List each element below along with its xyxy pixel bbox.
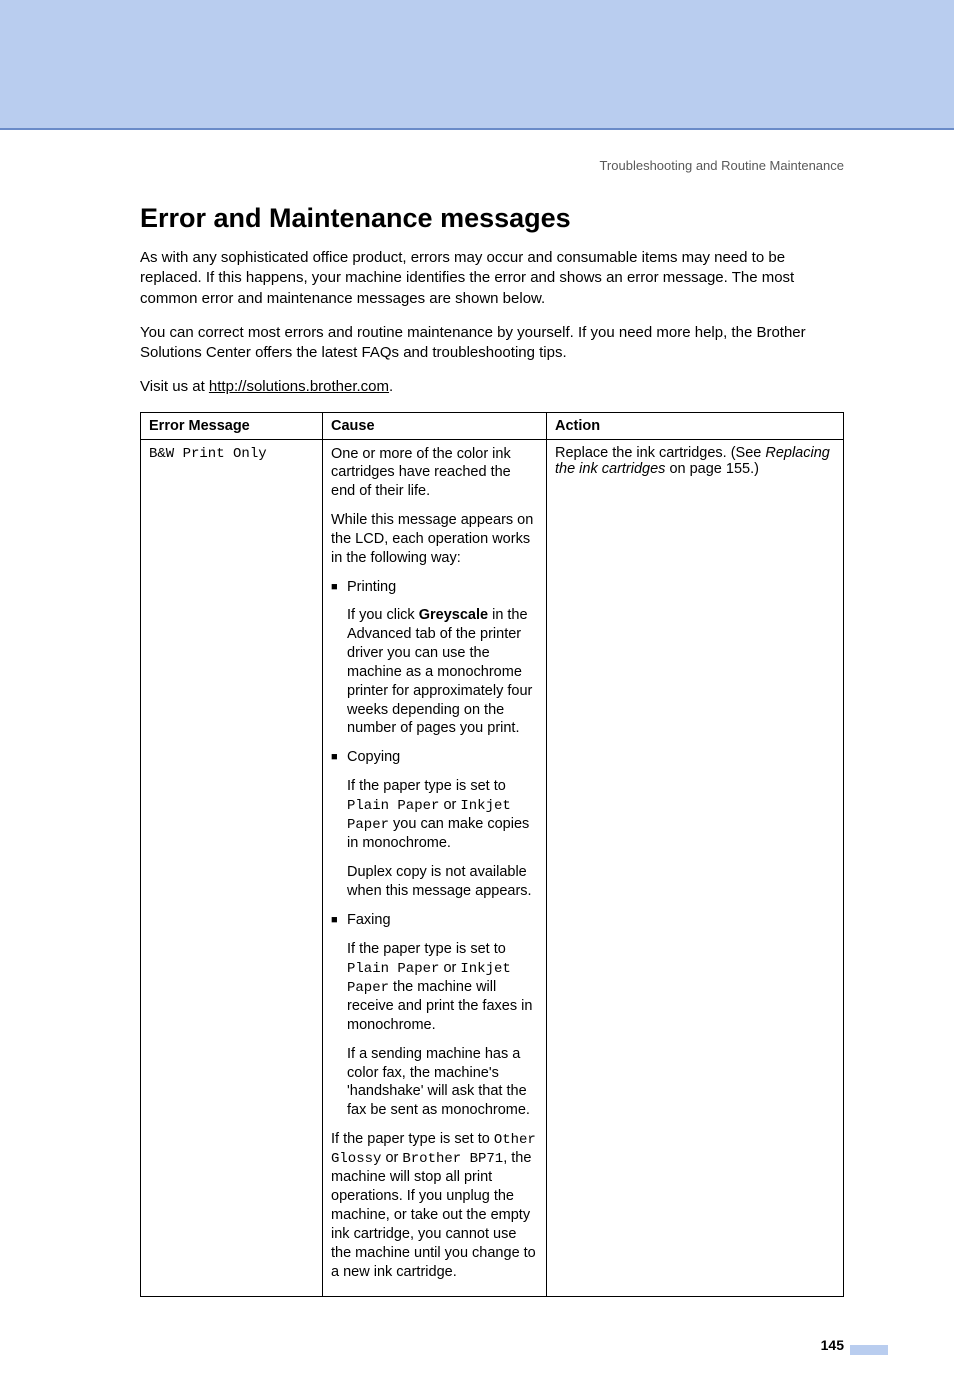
- printing-text-a: If you click: [347, 607, 419, 623]
- intro-paragraph-2: You can correct most errors and routine …: [140, 323, 844, 364]
- faxing-text-a: If the paper type is set to: [347, 941, 506, 957]
- header-cause: Cause: [323, 412, 547, 439]
- copying-detail: If the paper type is set to Plain Paper …: [347, 777, 538, 901]
- intro-paragraph-1: As with any sophisticated office product…: [140, 248, 844, 309]
- faxing-mono1: Plain Paper: [347, 961, 439, 977]
- printing-detail: If you click Greyscale in the Advanced t…: [347, 606, 538, 738]
- bullet-copying: Copying: [331, 748, 538, 767]
- copying-text-c: Duplex copy is not available when this m…: [347, 863, 538, 901]
- copying-mono1: Plain Paper: [347, 798, 439, 814]
- cause-p2: While this message appears on the LCD, e…: [331, 511, 538, 568]
- table-header-row: Error Message Cause Action: [141, 412, 844, 439]
- error-table: Error Message Cause Action B&W Print Onl…: [140, 412, 844, 1298]
- error-code-text: B&W Print Only: [149, 446, 267, 462]
- copying-text-a: If the paper type is set to: [347, 778, 506, 794]
- solutions-link[interactable]: http://solutions.brother.com: [209, 378, 389, 395]
- visit-line: Visit us at http://solutions.brother.com…: [140, 377, 844, 397]
- page-footer: 145: [140, 1337, 844, 1357]
- tail-or1: or: [381, 1150, 402, 1166]
- cell-action: Replace the ink cartridges. (See Replaci…: [547, 439, 844, 1297]
- tail-mono2: Brother BP71: [402, 1151, 503, 1167]
- cell-cause: One or more of the color ink cartridges …: [323, 439, 547, 1297]
- action-text-b: on page 155.): [665, 461, 759, 477]
- page-content: B Troubleshooting and Routine Maintenanc…: [0, 130, 954, 1387]
- cause-p1: One or more of the color ink cartridges …: [331, 445, 538, 502]
- page-number: 145: [821, 1337, 844, 1353]
- page-title: Error and Maintenance messages: [140, 203, 844, 234]
- faxing-detail: If the paper type is set to Plain Paper …: [347, 940, 538, 1120]
- printing-text-b: in the Advanced tab of the printer drive…: [347, 607, 532, 736]
- footer-accent-bar: [850, 1345, 888, 1355]
- header-action: Action: [547, 412, 844, 439]
- tail-a: If the paper type is set to: [331, 1131, 494, 1147]
- table-row: B&W Print Only One or more of the color …: [141, 439, 844, 1297]
- action-text-a: Replace the ink cartridges. (See: [555, 445, 765, 461]
- cause-tail: If the paper type is set to Other Glossy…: [331, 1130, 538, 1281]
- greyscale-bold: Greyscale: [419, 607, 488, 623]
- faxing-text-c: If a sending machine has a color fax, th…: [347, 1045, 538, 1120]
- copying-or1: or: [439, 797, 460, 813]
- bullet-printing: Printing: [331, 578, 538, 597]
- cell-error-message: B&W Print Only: [141, 439, 323, 1297]
- visit-prefix: Visit us at: [140, 378, 209, 395]
- header-error-message: Error Message: [141, 412, 323, 439]
- bullet-faxing: Faxing: [331, 911, 538, 930]
- top-band: [0, 0, 954, 130]
- visit-suffix: .: [389, 378, 393, 395]
- faxing-or1: or: [439, 960, 460, 976]
- tail-b: , the machine will stop all print operat…: [331, 1150, 536, 1279]
- breadcrumb: Troubleshooting and Routine Maintenance: [140, 158, 844, 173]
